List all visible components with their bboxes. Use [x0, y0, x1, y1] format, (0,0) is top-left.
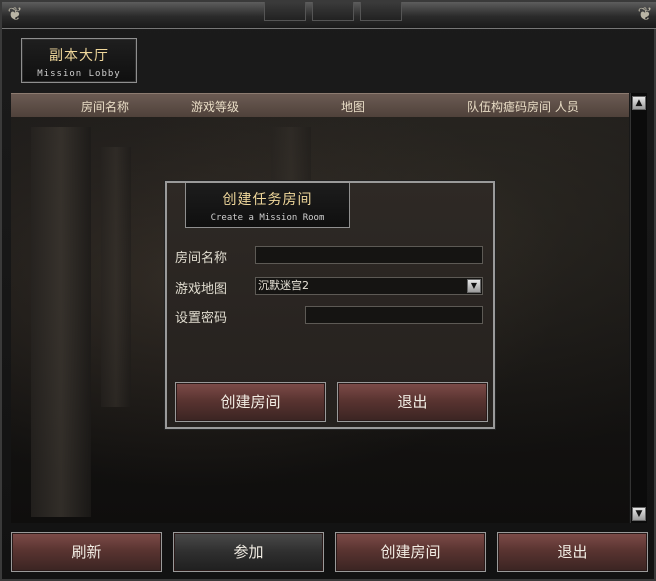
- background-pillar: [101, 147, 131, 407]
- map-select-value: 沉默迷宫2: [258, 279, 309, 292]
- map-label: 游戏地图: [175, 282, 228, 297]
- mission-lobby-window: ❦ ❦ 副本大厅 Mission Lobby 房间名称 游戏等级 地图 队伍构瘧…: [0, 0, 656, 581]
- password-label: 设置密码: [175, 311, 228, 326]
- lobby-title-en: Mission Lobby: [37, 69, 121, 79]
- top-decoration-3: [360, 2, 402, 21]
- join-button[interactable]: 参加: [173, 532, 324, 572]
- arrow-down-icon[interactable]: ▼: [632, 507, 646, 521]
- room-list-header: 房间名称 游戏等级 地图 队伍构瘧码房间 人员: [11, 93, 629, 118]
- arrow-up-icon[interactable]: ▲: [632, 96, 646, 110]
- column-room-name[interactable]: 房间名称: [81, 98, 129, 115]
- column-game-level[interactable]: 游戏等级: [191, 98, 239, 115]
- map-select[interactable]: 沉默迷宫2 ▼: [255, 277, 483, 295]
- ornament-right-icon: ❦: [637, 4, 653, 25]
- ornament-left-icon: ❦: [7, 4, 23, 25]
- column-team-password-room-members[interactable]: 队伍构瘧码房间 人员: [467, 98, 579, 115]
- top-decoration-2: [312, 2, 354, 21]
- dialog-title-cn: 创建任务房间: [222, 192, 313, 208]
- background-pillar: [31, 127, 91, 517]
- room-name-label: 房间名称: [175, 251, 228, 266]
- background-pillar: [271, 127, 311, 187]
- top-decoration-1: [264, 2, 306, 21]
- chevron-down-icon[interactable]: ▼: [467, 279, 481, 293]
- room-name-input[interactable]: [255, 246, 483, 264]
- create-room-dialog: 创建任务房间 Create a Mission Room 房间名称 游戏地图 沉…: [165, 181, 495, 429]
- dialog-exit-button[interactable]: 退出: [337, 382, 488, 422]
- dialog-create-room-button[interactable]: 创建房间: [175, 382, 326, 422]
- dialog-title-tab: 创建任务房间 Create a Mission Room: [185, 183, 350, 228]
- dialog-title-en: Create a Mission Room: [210, 213, 325, 223]
- column-map[interactable]: 地图: [341, 98, 365, 115]
- create-room-button[interactable]: 创建房间: [335, 532, 486, 572]
- refresh-button[interactable]: 刷新: [11, 532, 162, 572]
- lobby-title-tab: 副本大厅 Mission Lobby: [21, 38, 137, 83]
- exit-button[interactable]: 退出: [497, 532, 648, 572]
- top-bar: ❦ ❦: [2, 2, 656, 29]
- room-list-scrollbar[interactable]: ▲ ▼: [630, 93, 647, 523]
- password-input[interactable]: [305, 306, 483, 324]
- lobby-title-cn: 副本大厅: [49, 48, 109, 64]
